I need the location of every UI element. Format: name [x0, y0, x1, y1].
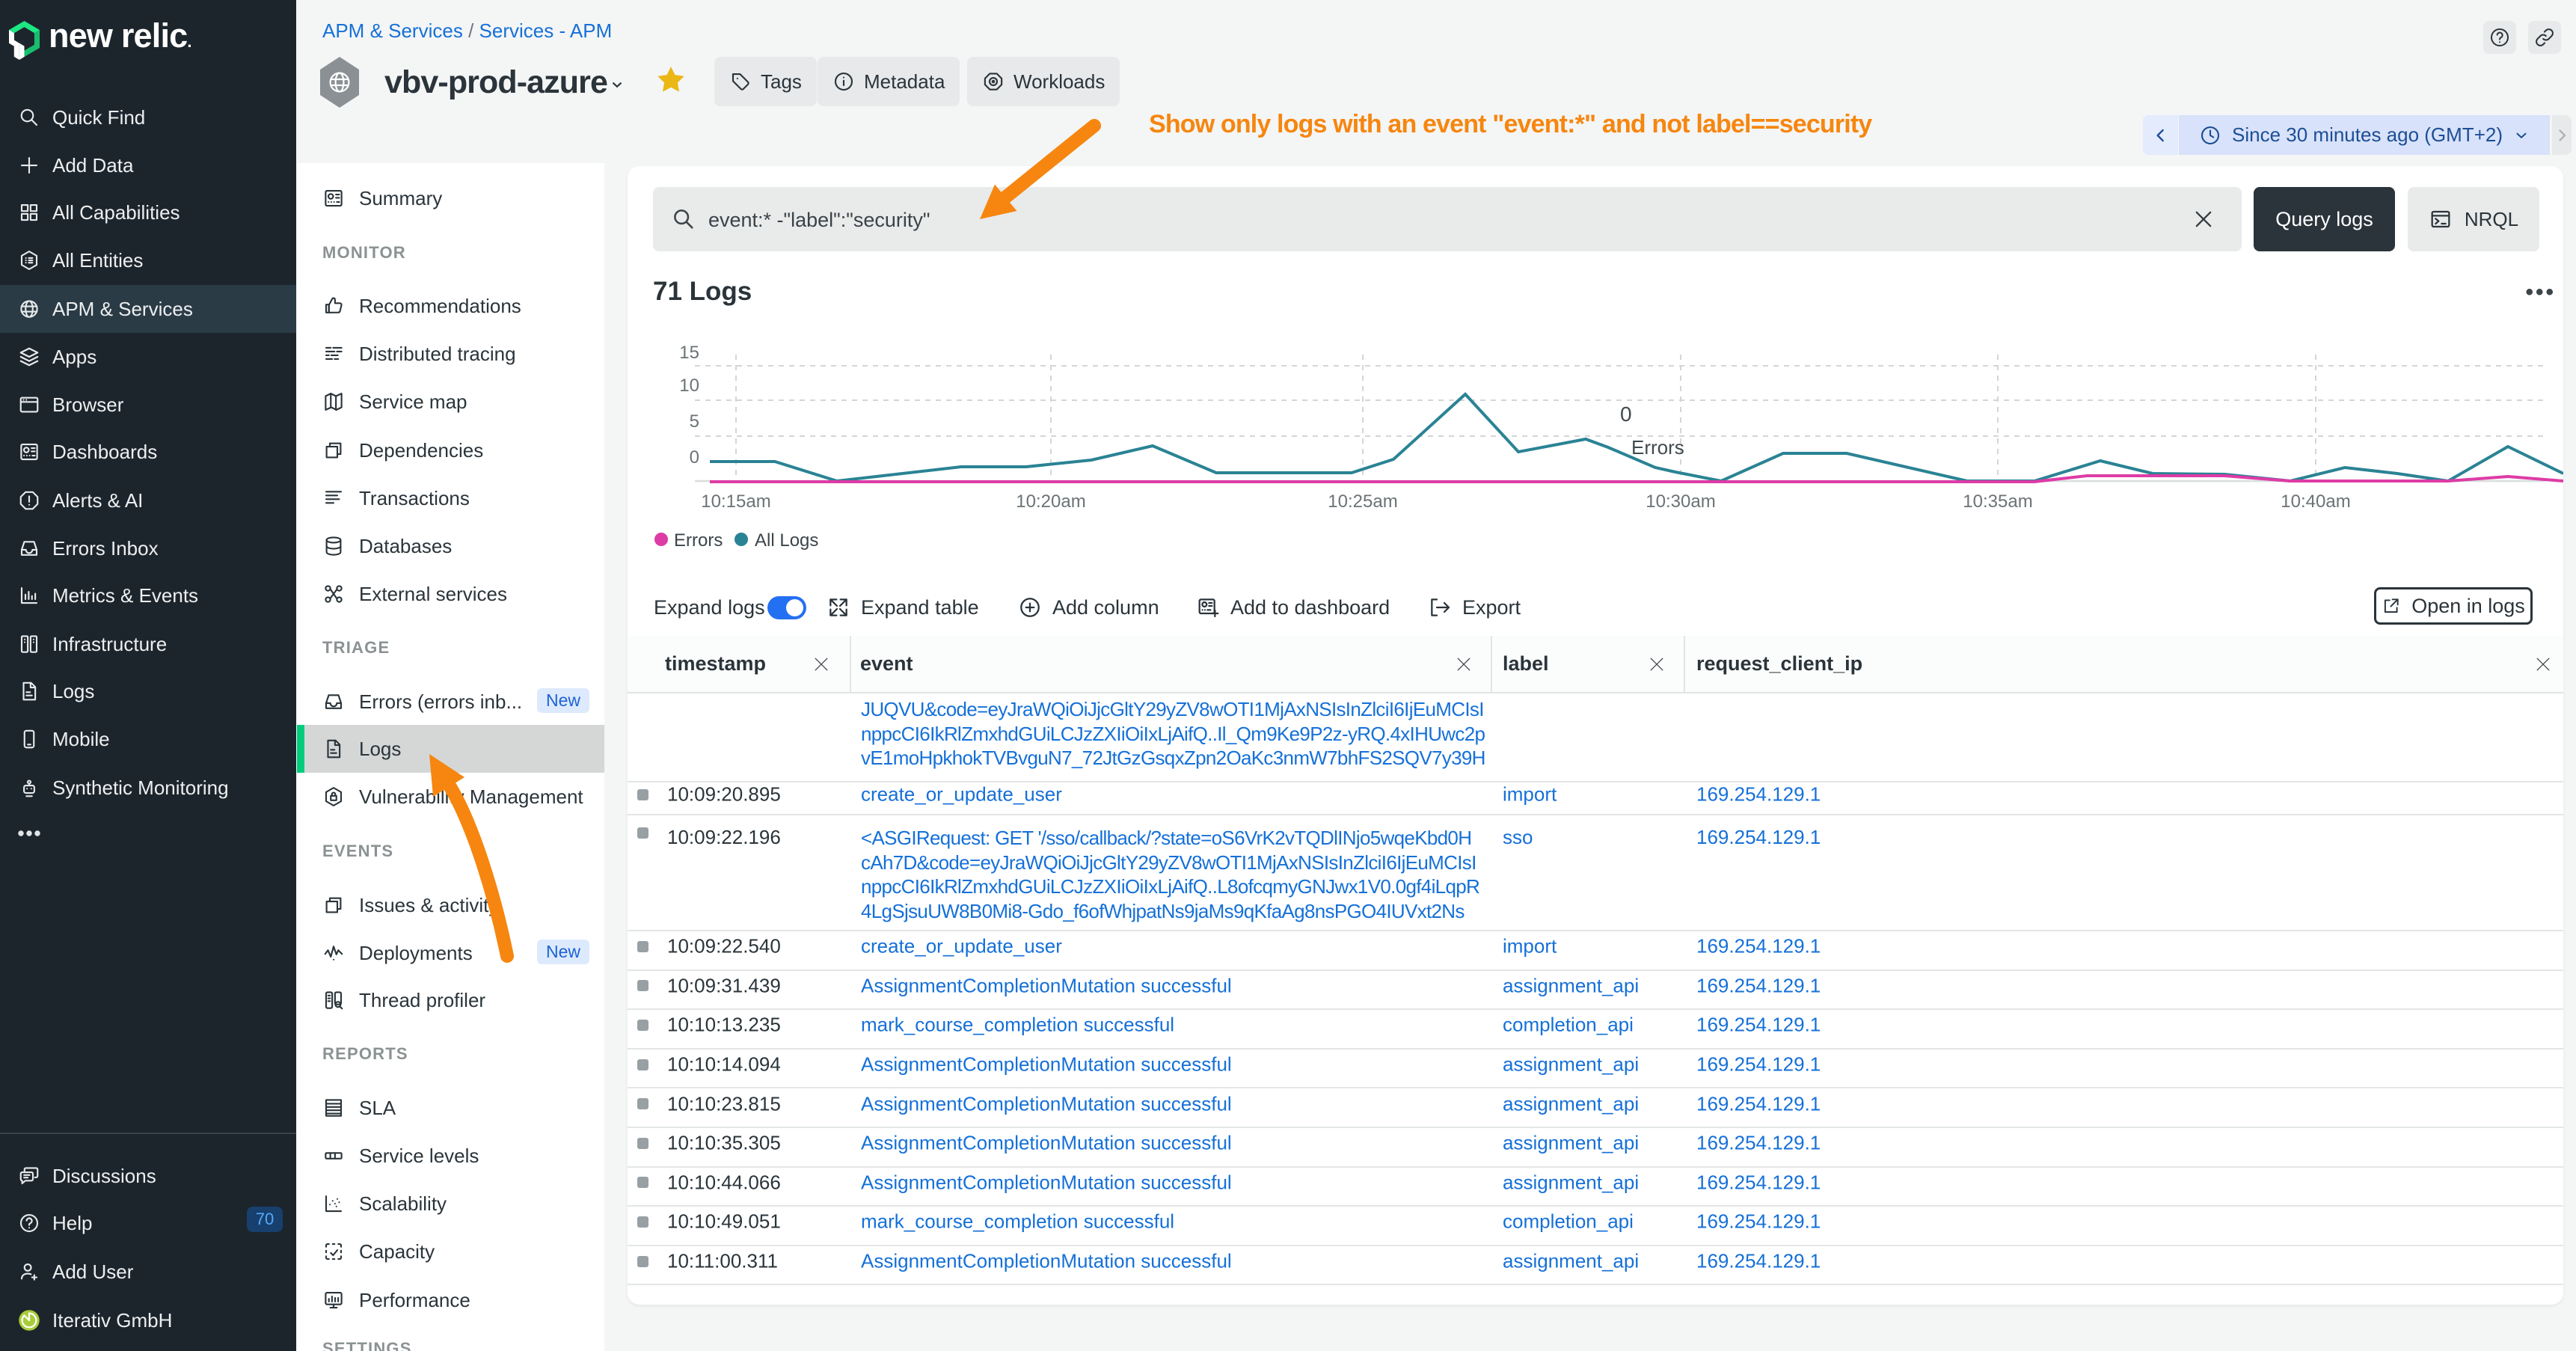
svg-text:15: 15 [679, 343, 699, 363]
svg-text:0: 0 [1620, 402, 1632, 426]
svg-text:10:40am: 10:40am [2281, 491, 2350, 512]
svg-text:10:25am: 10:25am [1328, 491, 1397, 512]
svg-text:10: 10 [679, 376, 699, 396]
svg-text:10:30am: 10:30am [1646, 491, 1715, 512]
svg-text:All Logs: All Logs [755, 530, 818, 551]
svg-text:10:35am: 10:35am [1963, 491, 2032, 512]
svg-text:10:15am: 10:15am [701, 491, 770, 512]
svg-text:Errors: Errors [674, 530, 723, 551]
svg-text:Errors: Errors [1631, 436, 1684, 459]
svg-text:0: 0 [690, 447, 699, 468]
svg-text:10:20am: 10:20am [1016, 491, 1085, 512]
svg-text:5: 5 [690, 411, 699, 432]
